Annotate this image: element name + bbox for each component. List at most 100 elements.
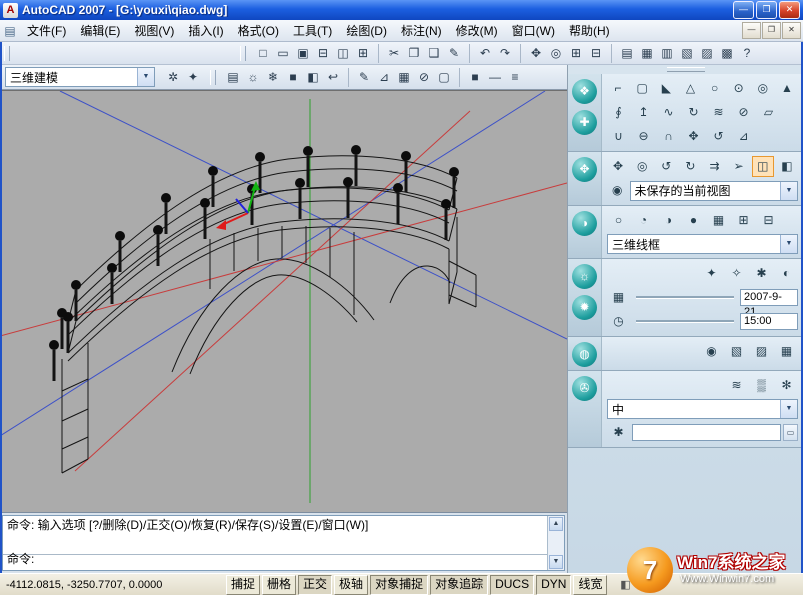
tool-palettes-icon[interactable]: ▥ (657, 44, 677, 63)
toggle-ortho[interactable]: 正交 (298, 575, 332, 595)
restore-button[interactable]: ❐ (756, 1, 777, 19)
polysolid-icon[interactable]: ⌐ (607, 78, 629, 99)
save-icon[interactable]: ▣ (293, 44, 313, 63)
sweep-icon[interactable]: ∿ (657, 102, 680, 123)
lineweight-control-icon[interactable]: ≡ (505, 68, 525, 87)
toggle-osnap[interactable]: 对象捕捉 (370, 575, 428, 595)
scroll-up-icon[interactable]: ▲ (549, 517, 563, 531)
3d-move-icon[interactable]: ✥ (682, 126, 705, 147)
drawing-canvas[interactable] (0, 90, 567, 512)
chevron-down-icon[interactable]: ▼ (780, 400, 797, 418)
pyramid-icon[interactable]: ▲ (776, 78, 798, 99)
menu-format[interactable]: 格式(O) (231, 21, 286, 40)
copy-icon[interactable]: ❐ (404, 44, 424, 63)
visual-style-combo[interactable]: 三维线框 ▼ (607, 234, 798, 254)
render-environment-icon[interactable]: ≋ (725, 375, 748, 396)
chevron-down-icon[interactable]: ▼ (780, 182, 797, 200)
publish-icon[interactable]: ⊞ (353, 44, 373, 63)
plot-icon[interactable]: ⊟ (313, 44, 333, 63)
menu-window[interactable]: 窗口(W) (505, 21, 562, 40)
torus-icon[interactable]: ◎ (752, 78, 774, 99)
swivel-icon[interactable]: ⇉ (704, 156, 726, 177)
materials-window-icon[interactable]: ◉ (700, 341, 723, 362)
2d-wireframe-style-icon[interactable]: ○ (607, 210, 630, 231)
render-panel-icon[interactable]: ✇ (572, 376, 597, 401)
toggle-grid[interactable]: 栅格 (262, 575, 296, 595)
render-output-browse-button[interactable]: ▭ (783, 424, 798, 441)
command-input[interactable]: 命令: (3, 549, 547, 570)
toggle-ducs[interactable]: DUCS (490, 575, 534, 595)
toggle-lwt[interactable]: 线宽 (573, 575, 607, 595)
cut-icon[interactable]: ✂ (384, 44, 404, 63)
standard-toolbar-grip[interactable] (240, 46, 246, 61)
materials-panel-icon[interactable]: ◍ (572, 342, 597, 367)
layer-previous-icon[interactable]: ↩ (323, 68, 343, 87)
3d-navigate-panel-icon[interactable]: ✥ (572, 157, 597, 182)
union-icon[interactable]: ∪ (607, 126, 630, 147)
doc-close-button[interactable]: ✕ (782, 22, 801, 39)
coordinate-readout[interactable]: -4112.0815, -3250.7707, 0.0000 (6, 579, 188, 591)
box-icon[interactable]: ▢ (631, 78, 653, 99)
conceptual-style-icon[interactable]: ◑ (657, 210, 680, 231)
parallel-projection-icon[interactable]: ◧ (776, 156, 798, 177)
linetype-control-icon[interactable]: — (485, 68, 505, 87)
close-button[interactable]: ✕ (779, 1, 800, 19)
manage-visual-styles-icon[interactable]: ▦ (707, 210, 730, 231)
material-mapping-icon[interactable]: ▦ (775, 341, 798, 362)
menu-help[interactable]: 帮助(H) (562, 21, 617, 40)
sun-time-slider[interactable] (636, 320, 734, 323)
layer-freeze-icon[interactable]: ❄ (263, 68, 283, 87)
scroll-down-icon[interactable]: ▼ (549, 555, 563, 569)
constrained-orbit-icon[interactable]: ↺ (655, 156, 677, 177)
shadows-icon[interactable]: ◐ (775, 263, 798, 284)
redo-icon[interactable]: ↷ (495, 44, 515, 63)
layer-properties-icon[interactable]: ▤ (223, 68, 243, 87)
advanced-render-settings-icon[interactable]: ✻ (775, 375, 798, 396)
workspace-combo[interactable]: 三维建模 ▼ (5, 67, 155, 87)
sun-date-field[interactable]: 2007-9-21 (740, 289, 798, 306)
point-light-icon[interactable]: ✦ (700, 263, 723, 284)
menu-dimension[interactable]: 标注(N) (394, 21, 449, 40)
sheetset-manager-icon[interactable]: ▧ (677, 44, 697, 63)
chevron-down-icon[interactable]: ▼ (137, 68, 154, 86)
current-view-combo[interactable]: 未保存的当前视图 ▼ (630, 181, 799, 201)
toggle-otrack[interactable]: 对象追踪 (430, 575, 488, 595)
paste-icon[interactable]: ❑ (424, 44, 444, 63)
toolbar-grip[interactable] (4, 46, 10, 61)
3d-pan-icon[interactable]: ✥ (607, 156, 629, 177)
cylinder-icon[interactable]: ⊙ (728, 78, 750, 99)
intersect-icon[interactable]: ∩ (657, 126, 680, 147)
helix-icon[interactable]: ∮ (607, 102, 630, 123)
menu-edit[interactable]: 编辑(E) (73, 21, 127, 40)
3d-align-icon[interactable]: ⊿ (732, 126, 755, 147)
layer-lock-icon[interactable]: ◧ (303, 68, 323, 87)
toggle-dyn[interactable]: DYN (536, 575, 571, 595)
chevron-down-icon[interactable]: ▼ (780, 235, 797, 253)
visual-style-panel-icon[interactable]: ◑ (572, 211, 597, 236)
free-orbit-icon[interactable]: ↻ (679, 156, 701, 177)
layer-on-icon[interactable]: ☼ (243, 68, 263, 87)
render-output-field[interactable] (632, 424, 781, 441)
distant-light-icon[interactable]: ✱ (750, 263, 773, 284)
save-workspace-icon[interactable]: ✦ (183, 68, 203, 87)
qnew-icon[interactable]: □ (253, 44, 273, 63)
toggle-snap[interactable]: 捕捉 (226, 575, 260, 595)
menu-file[interactable]: 文件(F) (20, 21, 73, 40)
workspace-settings-icon[interactable]: ✲ (163, 68, 183, 87)
quickcalc-icon[interactable]: ▩ (717, 44, 737, 63)
perspective-projection-icon[interactable]: ◫ (752, 156, 774, 177)
texture-toggle-icon[interactable]: ▨ (750, 341, 773, 362)
color-control-icon[interactable]: ■ (465, 68, 485, 87)
sun-time-field[interactable]: 15:00 (740, 313, 798, 330)
realistic-style-icon[interactable]: ● (682, 210, 705, 231)
dim-style-icon[interactable]: ⊿ (374, 68, 394, 87)
camera-icon[interactable]: ◉ (607, 180, 628, 201)
doc-minimize-button[interactable]: — (742, 22, 761, 39)
plot-style-icon[interactable]: ⊘ (414, 68, 434, 87)
walk-icon[interactable]: ➢ (728, 156, 750, 177)
layer-color-icon[interactable]: ■ (283, 68, 303, 87)
menu-draw[interactable]: 绘图(D) (339, 21, 394, 40)
3d-hidden-style-icon[interactable]: ◔ (632, 210, 655, 231)
markup-set-manager-icon[interactable]: ▨ (697, 44, 717, 63)
minimize-button[interactable]: — (733, 1, 754, 19)
